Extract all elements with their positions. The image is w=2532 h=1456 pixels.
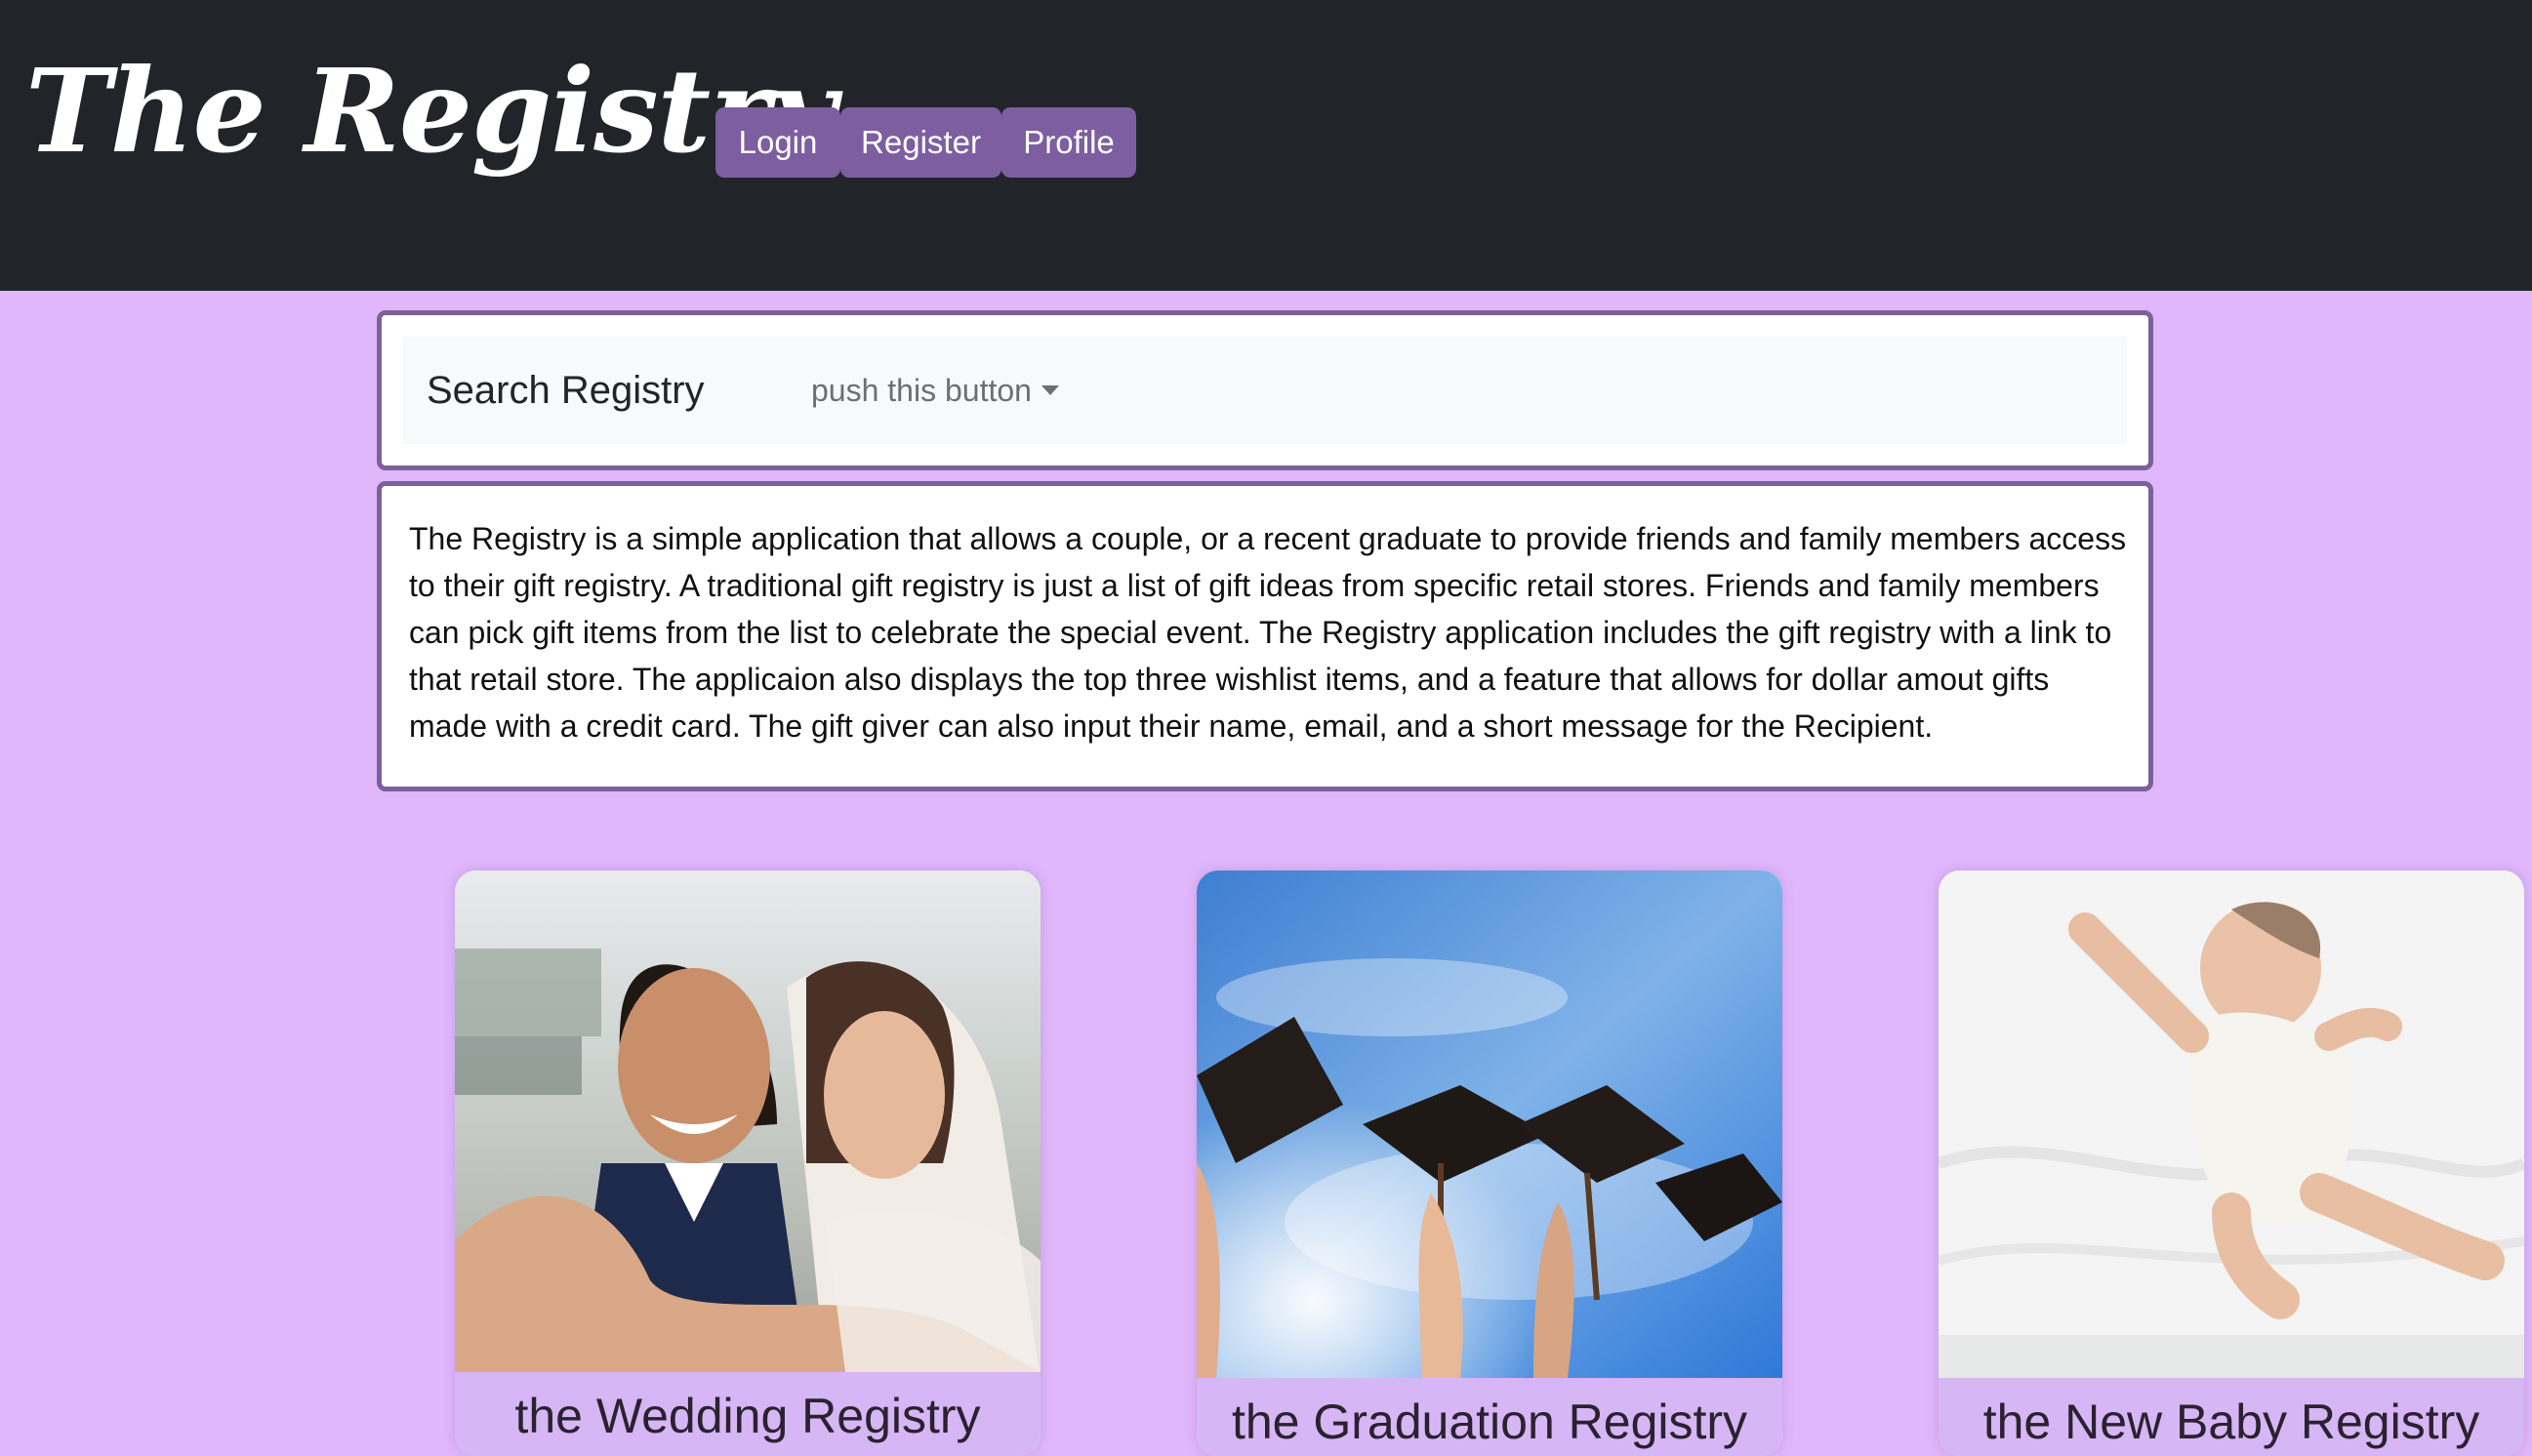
new-baby-registry-card[interactable]: the New Baby Registry (1939, 870, 2524, 1456)
register-button[interactable]: Register (840, 107, 1001, 178)
login-button[interactable]: Login (715, 107, 840, 178)
description-panel: The Registry is a simple application tha… (377, 481, 2153, 791)
new-baby-registry-label: the New Baby Registry (1939, 1378, 2524, 1456)
registry-dropdown-toggle[interactable]: push this button (811, 337, 1059, 444)
wedding-registry-card[interactable]: the Wedding Registry (455, 870, 1041, 1456)
card-image-bottom-strip (1939, 1335, 2524, 1378)
search-panel: Search Registry push this button (377, 310, 2153, 470)
caret-down-icon (1041, 384, 1059, 395)
dropdown-label: push this button (811, 373, 1032, 408)
wedding-registry-label: the Wedding Registry (455, 1372, 1041, 1456)
baby-photo (1939, 870, 2524, 1335)
graduation-registry-card[interactable]: the Graduation Registry (1197, 870, 1782, 1456)
search-registry-title: Search Registry (427, 369, 705, 412)
graduation-caps-photo (1197, 870, 1782, 1378)
profile-button[interactable]: Profile (1001, 107, 1136, 178)
description-text: The Registry is a simple application tha… (409, 521, 2127, 744)
graduation-registry-label: the Graduation Registry (1197, 1378, 1782, 1456)
search-bar: Search Registry push this button (403, 337, 2127, 444)
brand-logo[interactable]: The Registry (25, 33, 837, 189)
top-navbar: The Registry Login Register Profile (0, 0, 2532, 291)
wedding-couple-photo (455, 870, 1041, 1372)
